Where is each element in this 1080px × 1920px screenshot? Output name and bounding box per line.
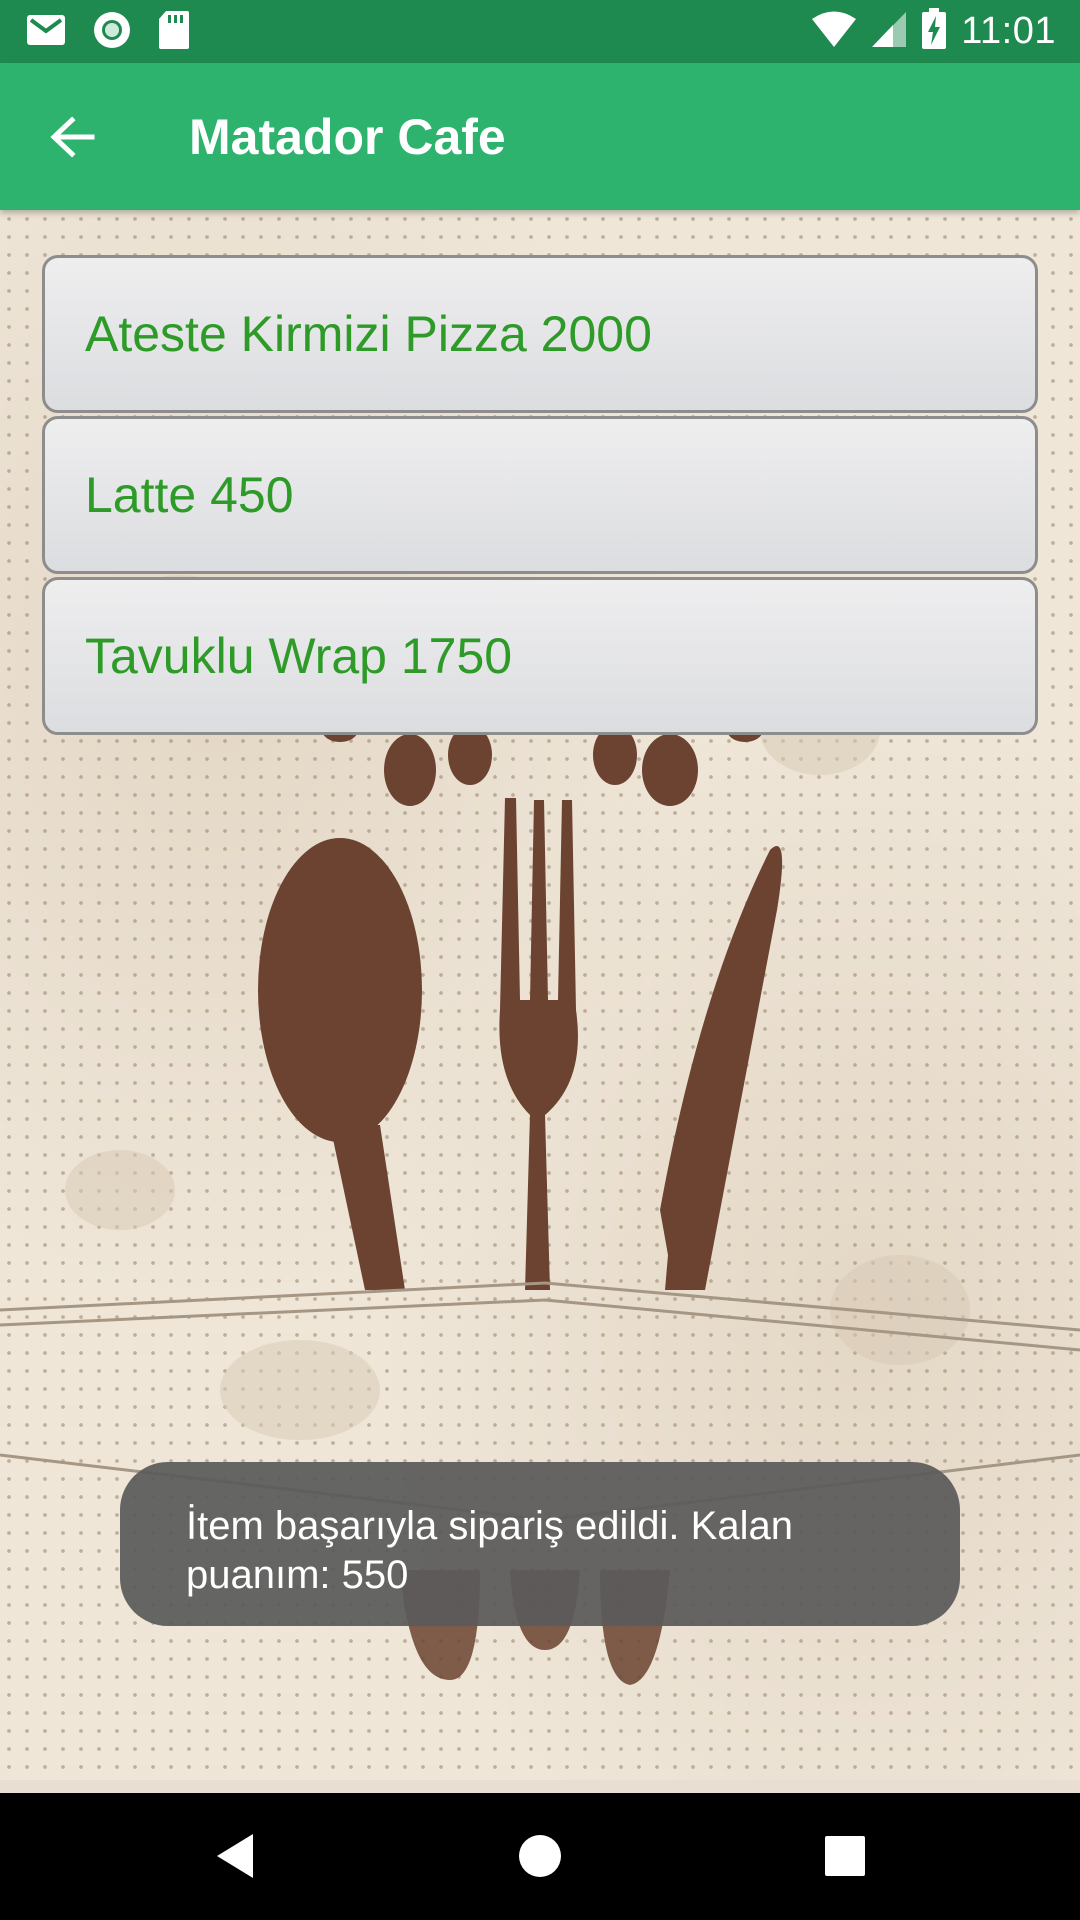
nav-back-button[interactable] (190, 1813, 280, 1903)
back-triangle-icon (213, 1832, 257, 1885)
menu-item-button[interactable]: Tavuklu Wrap 1750 (42, 577, 1038, 735)
gmail-icon (26, 14, 66, 51)
home-circle-icon (517, 1833, 563, 1884)
app-bar: Matador Cafe (0, 63, 1080, 210)
sync-icon (92, 10, 132, 55)
nav-recents-button[interactable] (800, 1813, 890, 1903)
signal-icon (871, 10, 907, 53)
sd-card-icon (158, 10, 190, 55)
screen: 11:01 Matador Cafe Ateste Kirmizi Pizza … (0, 0, 1080, 1920)
status-left-icons (26, 10, 190, 54)
status-right-icons: 11:01 (811, 7, 1056, 55)
wifi-icon (811, 10, 857, 53)
toast-message: İtem başarıyla sipariş edildi. Kalan pua… (120, 1462, 960, 1626)
menu-item-button[interactable]: Latte 450 (42, 416, 1038, 574)
back-button[interactable] (34, 101, 110, 177)
battery-charging-icon (921, 7, 947, 55)
page-title: Matador Cafe (189, 109, 506, 165)
arrow-back-icon (48, 115, 96, 164)
navigation-bar (0, 1793, 1080, 1920)
menu-list: Ateste Kirmizi Pizza 2000 Latte 450 Tavu… (42, 255, 1038, 738)
nav-home-button[interactable] (495, 1813, 585, 1903)
recents-square-icon (824, 1835, 866, 1882)
menu-item-button[interactable]: Ateste Kirmizi Pizza 2000 (42, 255, 1038, 413)
status-bar: 11:01 (0, 0, 1080, 63)
status-time: 11:01 (961, 9, 1056, 52)
